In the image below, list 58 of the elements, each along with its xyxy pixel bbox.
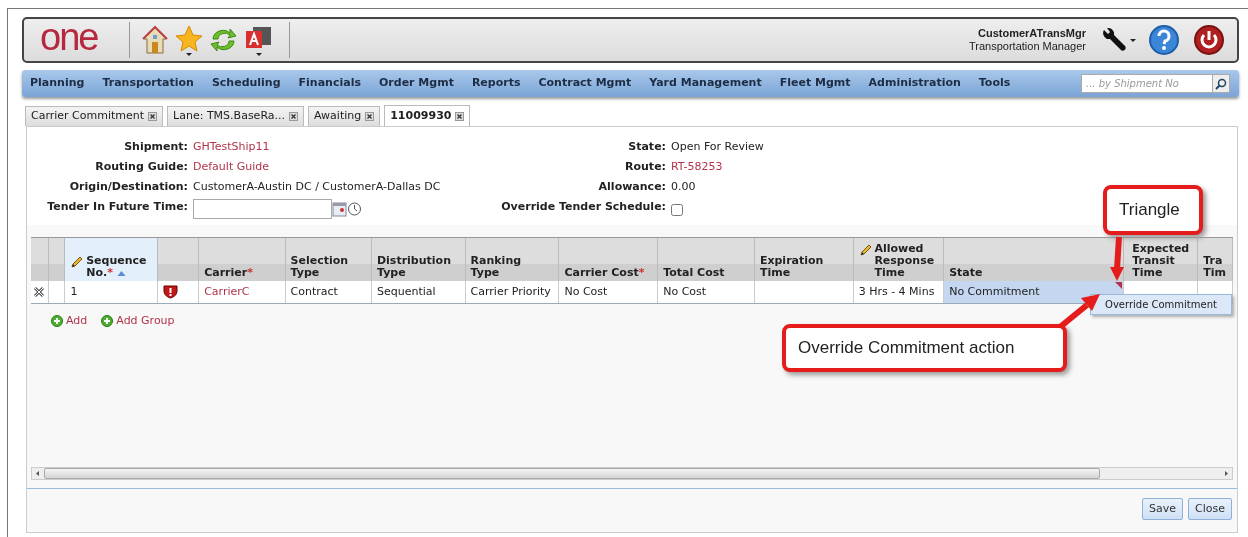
menu-item[interactable]: Contract Mgmt (538, 75, 632, 92)
table-cell: Sequential (376, 284, 436, 298)
column-header[interactable]: Expiration Time (759, 255, 848, 279)
column-header[interactable]: Expected Transit Time (1132, 243, 1193, 279)
field-value: Open For Review (671, 139, 764, 155)
table-cell: No Cost (564, 284, 608, 298)
tab[interactable]: Awaiting (308, 106, 381, 126)
user-role: Transportation Manager (969, 40, 1086, 54)
user-name: CustomerATransMgr (977, 26, 1086, 40)
callout: Override Commitment action (782, 324, 1067, 372)
table-cell: 1 (70, 284, 78, 298)
logo[interactable]: one (40, 18, 98, 56)
menu-item[interactable]: Planning (30, 75, 85, 92)
tab[interactable]: Carrier Commitment (25, 106, 164, 126)
column-header[interactable]: Carrier* (204, 267, 253, 279)
footer-button[interactable]: Close (1188, 497, 1232, 520)
column-header[interactable]: Selection Type (290, 255, 366, 279)
column-header[interactable]: Ranking Type (470, 255, 554, 279)
footer-button[interactable]: Save (1142, 497, 1184, 520)
table-cell: No Cost (663, 284, 707, 298)
table-cell: Contract (290, 284, 338, 298)
tab[interactable]: 11009930 (384, 105, 471, 126)
menu-item[interactable]: Tools (978, 75, 1011, 92)
field-label: Route: (625, 159, 667, 175)
menu-item[interactable]: Scheduling (211, 75, 281, 92)
menu-item[interactable]: Transportation (102, 75, 194, 92)
column-header[interactable]: Total Cost (663, 267, 725, 279)
field-link[interactable]: Default Guide (193, 159, 269, 175)
table-cell: Carrier Priority (470, 284, 551, 298)
callout: Triangle (1103, 185, 1203, 235)
menu-item[interactable]: Reports (471, 75, 521, 92)
field-label: Shipment: (124, 139, 189, 155)
field-link[interactable]: RT-58253 (671, 159, 723, 175)
menu-item[interactable]: Yard Management (649, 75, 762, 92)
column-header[interactable]: State (949, 267, 983, 279)
table-cell: 3 Hrs - 4 Mins (858, 284, 935, 298)
field-label: Origin/Destination: (69, 179, 189, 195)
search-field[interactable]: ... by Shipment No (1081, 74, 1213, 93)
menu-item[interactable]: Administration (868, 75, 961, 92)
add-link[interactable]: Add Group (101, 312, 175, 329)
column-header[interactable]: Tra Tim (1203, 255, 1227, 279)
column-header[interactable]: Distribution Type (376, 255, 460, 279)
column-header[interactable]: Carrier Cost* (564, 267, 645, 279)
column-header[interactable]: Allowed Response Time (874, 243, 939, 279)
menu-item[interactable]: Order Mgmt (379, 75, 454, 92)
field-label: Override Tender Schedule: (501, 199, 667, 215)
field-link[interactable]: GHTestShip11 (193, 139, 270, 155)
field-label: Routing Guide: (95, 159, 189, 175)
field-value: 0.00 (671, 179, 696, 195)
menu-item[interactable]: Financials (298, 75, 361, 92)
field-label: State: (628, 139, 667, 155)
menu-item[interactable]: Fleet Mgmt (779, 75, 851, 92)
field-value: CustomerA-Austin DC / CustomerA-Dallas DC (193, 179, 441, 195)
tab[interactable]: Lane: TMS.BaseRa... (167, 106, 304, 126)
field-label: Tender In Future Time: (47, 199, 189, 215)
context-menu[interactable]: Override Commitment (1090, 294, 1232, 315)
field-label: Allowance: (598, 179, 667, 195)
add-link[interactable]: Add (51, 312, 88, 329)
